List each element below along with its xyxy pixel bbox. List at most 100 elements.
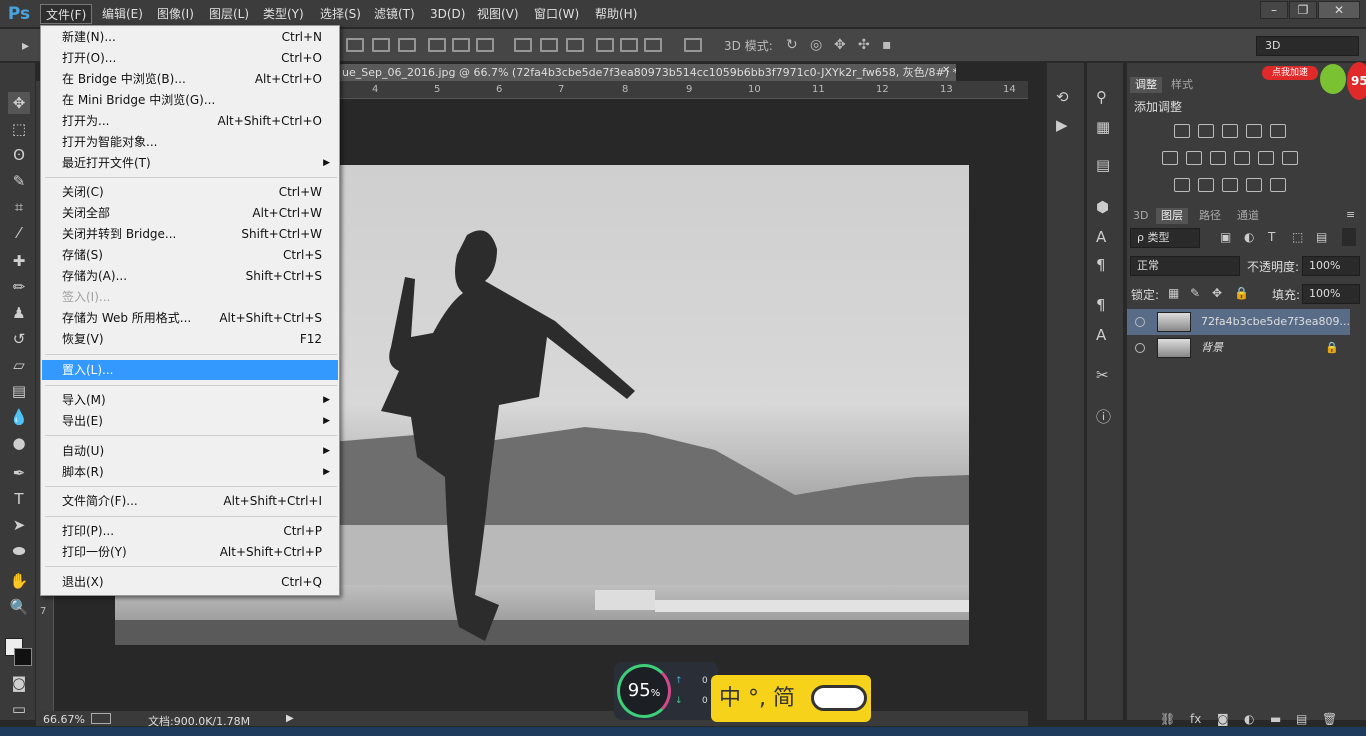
path-select-tool-icon[interactable]: ➤ [8,514,30,536]
speedup-score[interactable]: 95 [1347,62,1366,100]
menu-item-exit[interactable]: 退出(X) Ctrl+Q [42,572,338,593]
color-lookup-icon[interactable] [1282,151,1298,165]
menu-item-save-as[interactable]: 存储为(A)... Shift+Ctrl+S [42,266,338,287]
distribute-bottom-icon[interactable] [566,38,584,52]
vibrance-icon[interactable] [1270,124,1286,138]
status-preview-icon[interactable] [91,713,111,724]
lock-transparent-icon[interactable]: ▦ [1168,286,1179,300]
layer-row[interactable]: 背景 🔒 [1127,335,1350,361]
distribute-left-icon[interactable] [596,38,614,52]
menu-item-print[interactable]: 打印(P)... Ctrl+P [42,521,338,542]
menu-edit[interactable]: 编辑(E) [97,4,148,24]
menu-item-print-one-copy[interactable]: 打印一份(Y) Alt+Shift+Ctrl+P [42,542,338,563]
marquee-tool-icon[interactable]: ⬚ [8,118,30,140]
filter-type-icon[interactable]: T [1268,230,1275,244]
menu-item-export[interactable]: 导出(E) ▶ [42,411,338,432]
menu-select[interactable]: 选择(S) [315,4,366,24]
tab-3d[interactable]: 3D [1128,208,1153,224]
character-style-icon[interactable]: A [1096,326,1106,344]
hand-tool-icon[interactable]: ✋ [8,570,30,592]
screen-mode-icon[interactable]: ▭ [8,698,30,720]
posterize-icon[interactable] [1198,178,1214,192]
layer-row[interactable]: 72fa4b3cbe5de7f3ea809... [1127,309,1350,335]
brush-panel-icon[interactable]: ▦ [1096,118,1110,136]
3d-rotate-icon[interactable]: ↻ [786,37,798,53]
photo-filter-icon[interactable] [1234,151,1250,165]
zoom-tool-icon[interactable]: 🔍 [8,596,30,618]
menu-filter[interactable]: 滤镜(T) [369,4,420,24]
move-tool-icon[interactable]: ✥ [8,92,30,114]
invert-icon[interactable] [1174,178,1190,192]
speedup-badge[interactable]: 点我加速 [1262,66,1318,80]
status-menu-arrow-icon[interactable]: ▶ [286,713,294,724]
tool-presets-icon[interactable]: ✂ [1096,366,1109,384]
new-layer-icon[interactable]: ▤ [1296,712,1307,726]
move-tool-preset-icon[interactable]: ▸ [22,38,40,54]
actions-play-icon[interactable]: ▶ [1056,116,1068,134]
lasso-tool-icon[interactable]: ʘ [8,144,30,166]
dodge-tool-icon[interactable]: ● [8,432,30,454]
close-window-button[interactable]: ✕ [1318,1,1360,19]
info-panel-icon[interactable]: ⓘ [1096,406,1111,427]
lock-pixels-icon[interactable]: ✎ [1190,286,1200,300]
blur-tool-icon[interactable]: 💧 [8,406,30,428]
quick-mask-icon[interactable]: ◙ [8,672,30,694]
workspace-select[interactable]: 3D [1256,36,1359,56]
history-panel-icon[interactable]: ⟲ [1056,88,1069,106]
paragraph-panel-icon[interactable]: ¶ [1096,256,1106,274]
black-white-icon[interactable] [1210,151,1226,165]
distribute-right-icon[interactable] [644,38,662,52]
lock-all-icon[interactable]: 🔒 [1234,286,1249,300]
menu-view[interactable]: 视图(V) [472,4,524,24]
lock-position-icon[interactable]: ✥ [1212,286,1222,300]
3d-panel-icon[interactable]: ⬢ [1096,198,1109,216]
menu-image[interactable]: 图像(I) [152,4,199,24]
menu-item-save[interactable]: 存储(S) Ctrl+S [42,245,338,266]
menu-item-place[interactable]: 置入(L)... [42,360,338,380]
menu-item-close[interactable]: 关闭(C) Ctrl+W [42,182,338,203]
distribute-vcenter-icon[interactable] [540,38,558,52]
hue-saturation-icon[interactable] [1162,151,1178,165]
layer-style-icon[interactable]: fx [1190,712,1201,726]
layer-filter-select[interactable]: ρ 类型 [1130,228,1200,248]
menu-item-automate[interactable]: 自动(U) ▶ [42,441,338,462]
clone-stamp-tool-icon[interactable]: ♟ [8,302,30,324]
layer-name[interactable]: 72fa4b3cbe5de7f3ea809... [1201,309,1350,335]
history-brush-tool-icon[interactable]: ↺ [8,328,30,350]
3d-roll-icon[interactable]: ◎ [810,37,822,53]
menu-help[interactable]: 帮助(H) [590,4,642,24]
levels-icon[interactable] [1198,124,1214,138]
healing-brush-tool-icon[interactable]: ✚ [8,250,30,272]
gradient-tool-icon[interactable]: ▤ [8,380,30,402]
eyedropper-tool-icon[interactable]: ⁄ [8,222,30,244]
menu-item-browse-bridge[interactable]: 在 Bridge 中浏览(B)... Alt+Ctrl+O [42,69,338,90]
filter-shape-icon[interactable]: ⬚ [1292,230,1303,244]
menu-window[interactable]: 窗口(W) [529,4,584,24]
blend-mode-select[interactable]: 正常 [1130,256,1240,276]
restore-button[interactable]: ❐ [1289,1,1317,19]
menu-item-save-for-web[interactable]: 存储为 Web 所用格式... Alt+Shift+Ctrl+S [42,308,338,329]
channel-mixer-icon[interactable] [1258,151,1274,165]
minimize-button[interactable]: – [1260,1,1288,19]
link-layers-icon[interactable]: ⛓ [1160,712,1175,726]
visibility-eye-icon[interactable] [1135,343,1145,353]
menu-3d[interactable]: 3D(D) [425,4,470,24]
gradient-map-icon[interactable] [1246,178,1262,192]
type-tool-icon[interactable]: T [8,488,30,510]
tab-styles[interactable]: 样式 [1166,77,1198,93]
menu-item-open-as[interactable]: 打开为... Alt+Shift+Ctrl+O [42,111,338,132]
curves-icon[interactable] [1222,124,1238,138]
menu-item-close-go-bridge[interactable]: 关闭并转到 Bridge... Shift+Ctrl+W [42,224,338,245]
menu-item-file-info[interactable]: 文件简介(F)... Alt+Shift+Ctrl+I [42,491,338,512]
3d-scale-icon[interactable]: ▪ [882,37,892,53]
menu-item-import[interactable]: 导入(M) ▶ [42,390,338,411]
mascot-icon[interactable] [1320,64,1346,94]
clone-source-icon[interactable]: ▤ [1096,156,1110,174]
menu-item-recent-files[interactable]: 最近打开文件(T) ▶ [42,153,338,174]
align-left-icon[interactable] [428,38,446,52]
paragraph-style-icon[interactable]: ¶ [1096,296,1106,314]
menu-type[interactable]: 类型(Y) [258,4,309,24]
tab-adjustments[interactable]: 调整 [1130,77,1162,93]
menu-item-open[interactable]: 打开(O)... Ctrl+O [42,48,338,69]
crop-tool-icon[interactable]: ⌗ [8,196,30,218]
